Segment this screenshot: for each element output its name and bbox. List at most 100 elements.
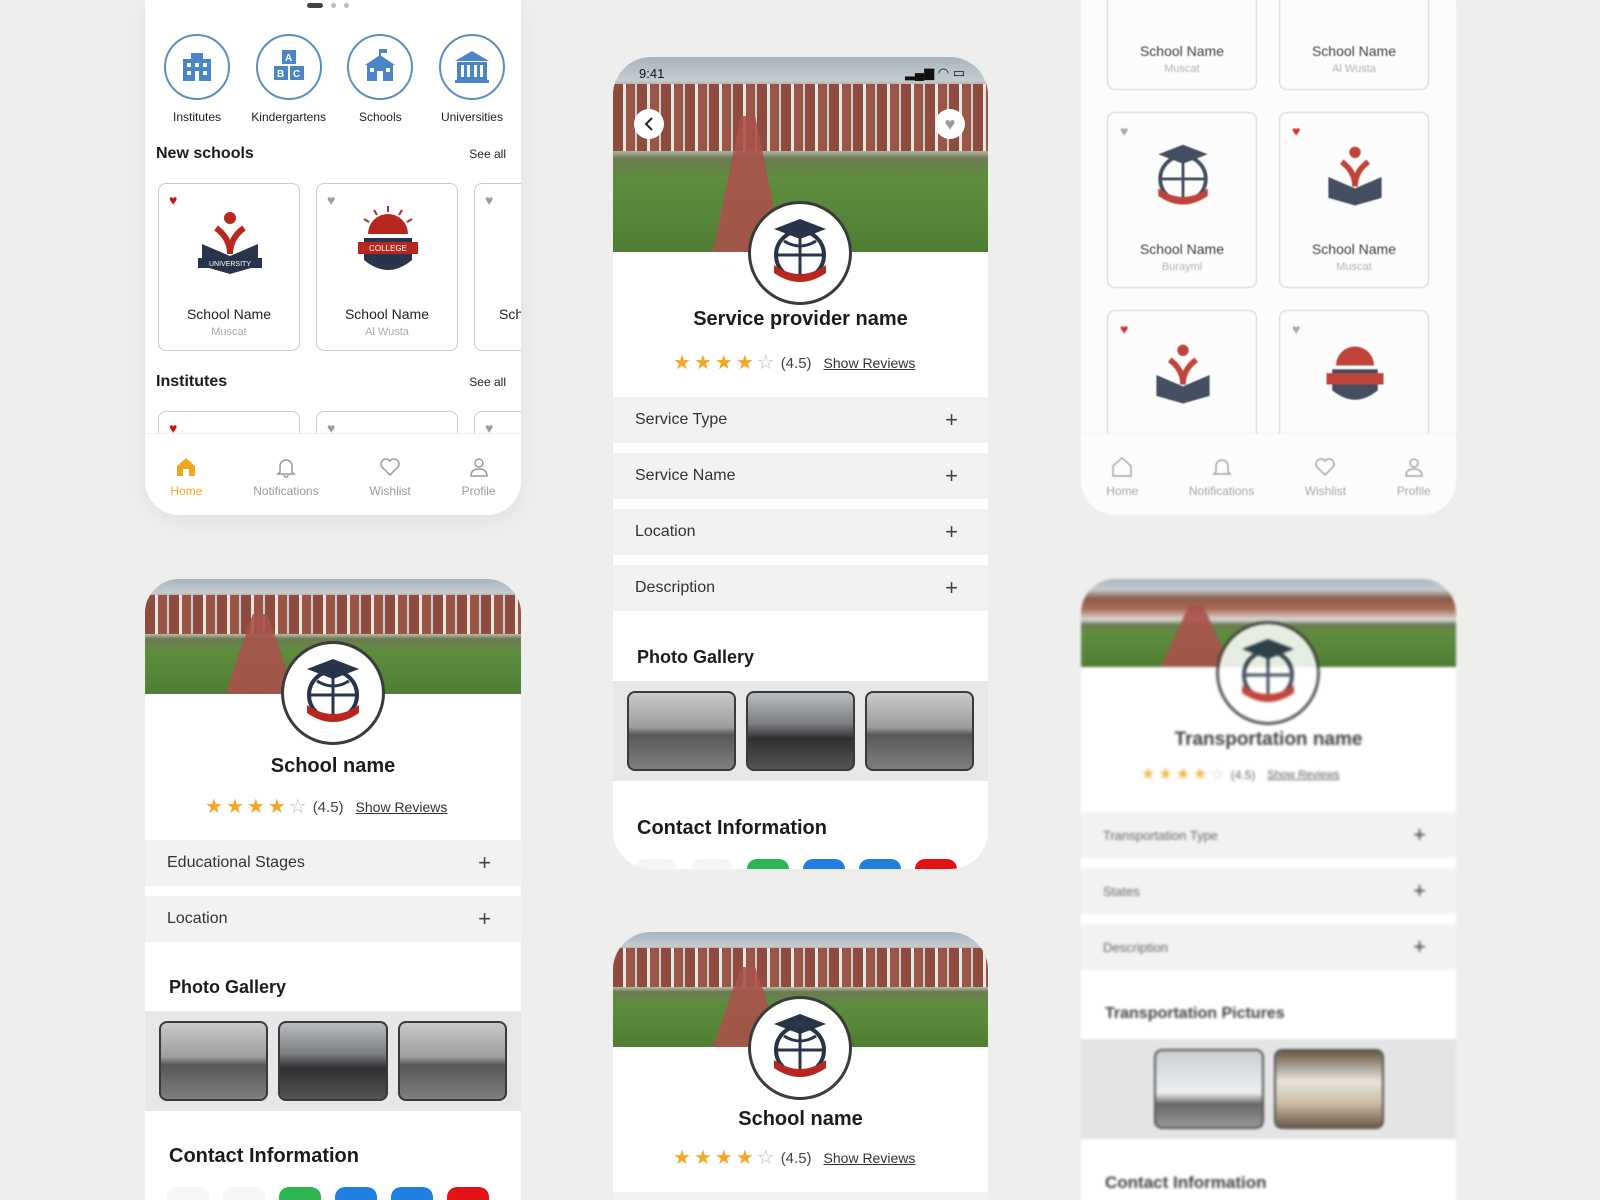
nav-wishlist[interactable]: Wishlist <box>369 456 411 498</box>
accordion-location[interactable]: Location + <box>145 896 521 942</box>
provider-logo <box>748 201 852 305</box>
favorite-heart-icon[interactable]: ♥ <box>1120 123 1128 139</box>
gallery-photo[interactable] <box>627 691 736 771</box>
gallery-photo[interactable] <box>865 691 974 771</box>
category-schools[interactable]: Schools <box>340 34 420 124</box>
star-icon: ★ <box>1158 766 1173 783</box>
bottom-nav: Home Notifications Wishlist Profile <box>145 433 521 515</box>
youtube-button[interactable] <box>447 1187 489 1200</box>
contact-title: Contact Information <box>1105 1173 1267 1192</box>
favorite-heart-icon[interactable]: ♥ <box>169 192 177 208</box>
school-name: School Name <box>1139 241 1225 257</box>
contact-button[interactable] <box>691 859 733 869</box>
accordion-service-name[interactable]: Service Name + <box>613 453 988 499</box>
school-card[interactable]: ♥ School Name Muscat <box>1279 112 1429 288</box>
school-card[interactable]: ♥ <box>1107 310 1257 450</box>
gallery-photo[interactable] <box>1273 1049 1384 1129</box>
favorite-heart-icon[interactable]: ♥ <box>485 192 493 208</box>
school-logo <box>748 996 852 1100</box>
nav-home[interactable]: Home <box>1106 456 1138 498</box>
gallery-photo[interactable] <box>278 1021 388 1101</box>
nav-label: Notifications <box>253 483 319 498</box>
plus-icon: + <box>1413 822 1426 847</box>
photo-gallery <box>145 1011 521 1111</box>
school-location: Muscat <box>1164 63 1200 75</box>
bell-icon <box>276 458 296 478</box>
favorite-heart-icon[interactable]: ♥ <box>1292 123 1300 139</box>
twitter-button[interactable] <box>391 1187 433 1200</box>
gallery-photo[interactable] <box>1153 1049 1264 1129</box>
accordion-states[interactable]: States + <box>1081 868 1456 914</box>
accordion-location[interactable]: Location + <box>613 509 988 555</box>
accordion-transportation-type[interactable]: Transportation Type + <box>1081 812 1456 858</box>
school-card[interactable]: School Name Al Wusta <box>1279 0 1429 90</box>
category-kindergartens[interactable]: ABC Kindergartens <box>249 34 329 124</box>
school-card[interactable]: School Name Muscat <box>1107 0 1257 90</box>
home-icon <box>1112 456 1133 477</box>
gallery-title: Photo Gallery <box>169 977 287 997</box>
accordion-description[interactable]: Description + <box>613 565 988 611</box>
contact-button[interactable] <box>635 859 677 869</box>
back-button[interactable] <box>634 109 664 139</box>
university-logo-icon <box>1156 344 1210 404</box>
accordion-label: Description <box>635 579 716 596</box>
gallery-photo[interactable] <box>746 691 855 771</box>
facebook-button[interactable] <box>803 859 845 869</box>
gallery-photo[interactable] <box>159 1021 269 1101</box>
contact-buttons <box>635 859 957 869</box>
category-institutes[interactable]: Institutes <box>157 34 237 124</box>
school-location: Muscat <box>211 326 247 338</box>
star-icon: ★ <box>714 1147 733 1169</box>
nav-label: Notifications <box>1188 483 1255 498</box>
see-all-link[interactable]: See all <box>469 147 506 161</box>
school-card[interactable]: ♥ School Name Burayml <box>1107 112 1257 288</box>
category-universities[interactable]: Universities <box>432 34 512 124</box>
nav-label: Profile <box>1396 483 1431 498</box>
school-card[interactable]: ♥ <box>1279 310 1429 450</box>
favorite-heart-icon[interactable]: ♥ <box>1292 321 1300 337</box>
star-icon: ★ <box>693 1147 712 1169</box>
gallery-photo[interactable] <box>397 1021 507 1101</box>
whatsapp-button[interactable] <box>747 859 789 869</box>
show-reviews-link[interactable]: Show Reviews <box>824 355 916 371</box>
contact-button[interactable] <box>167 1187 209 1200</box>
twitter-button[interactable] <box>859 859 901 869</box>
home-icon <box>177 457 196 476</box>
nav-profile[interactable]: Profile <box>1397 456 1431 498</box>
gallery-title: Photo Gallery <box>637 647 755 667</box>
accordion-description[interactable]: Description + <box>1081 924 1456 970</box>
favorite-heart-icon[interactable]: ♥ <box>1120 321 1128 337</box>
school-card[interactable]: ♥ Sch <box>474 183 521 351</box>
accordion-service-type[interactable]: Service Type + <box>613 397 988 443</box>
accordion-label: States <box>1103 883 1140 899</box>
contact-title: Contact Information <box>637 817 827 839</box>
youtube-button[interactable] <box>915 859 957 869</box>
nav-home[interactable]: Home <box>170 456 202 498</box>
accordion-educational-stages[interactable]: Educational Stages + <box>145 840 521 886</box>
school-card[interactable]: ♥ COLLEGE School Name Al Wusta <box>316 183 458 351</box>
accordion-label: Educational Stages <box>167 854 305 871</box>
favorite-button[interactable]: ♥ <box>935 109 965 139</box>
show-reviews-link[interactable]: Show Reviews <box>1267 769 1339 781</box>
show-reviews-link[interactable]: Show Reviews <box>824 1150 916 1166</box>
nav-notifications[interactable]: Notifications <box>253 456 319 498</box>
star-icon: ★ <box>1175 766 1191 783</box>
favorite-heart-icon[interactable]: ♥ <box>327 192 335 208</box>
plus-icon: + <box>945 575 958 600</box>
contact-button[interactable] <box>223 1187 265 1200</box>
photo-gallery <box>613 681 988 781</box>
heart-icon: ♥ <box>944 113 956 134</box>
school-card[interactable]: ♥ UNIVERSITY School Name Muscat <box>158 183 300 351</box>
whatsapp-button[interactable] <box>279 1187 321 1200</box>
show-reviews-link[interactable]: Show Reviews <box>356 799 448 815</box>
transport-gallery <box>1081 1039 1456 1139</box>
nav-wishlist[interactable]: Wishlist <box>1305 456 1346 498</box>
see-all-link[interactable]: See all <box>469 375 506 389</box>
institutes-header: Institutes See all <box>156 373 506 391</box>
home-screen: Institutes ABC Kindergartens Schools Uni… <box>145 0 521 515</box>
facebook-button[interactable] <box>335 1187 377 1200</box>
rating-stars: ★ ★ ★ ★ ☆ <box>673 1148 775 1168</box>
nav-profile[interactable]: Profile <box>462 456 496 498</box>
accordion-label: Location <box>635 523 696 540</box>
nav-notifications[interactable]: Notifications <box>1189 456 1254 498</box>
